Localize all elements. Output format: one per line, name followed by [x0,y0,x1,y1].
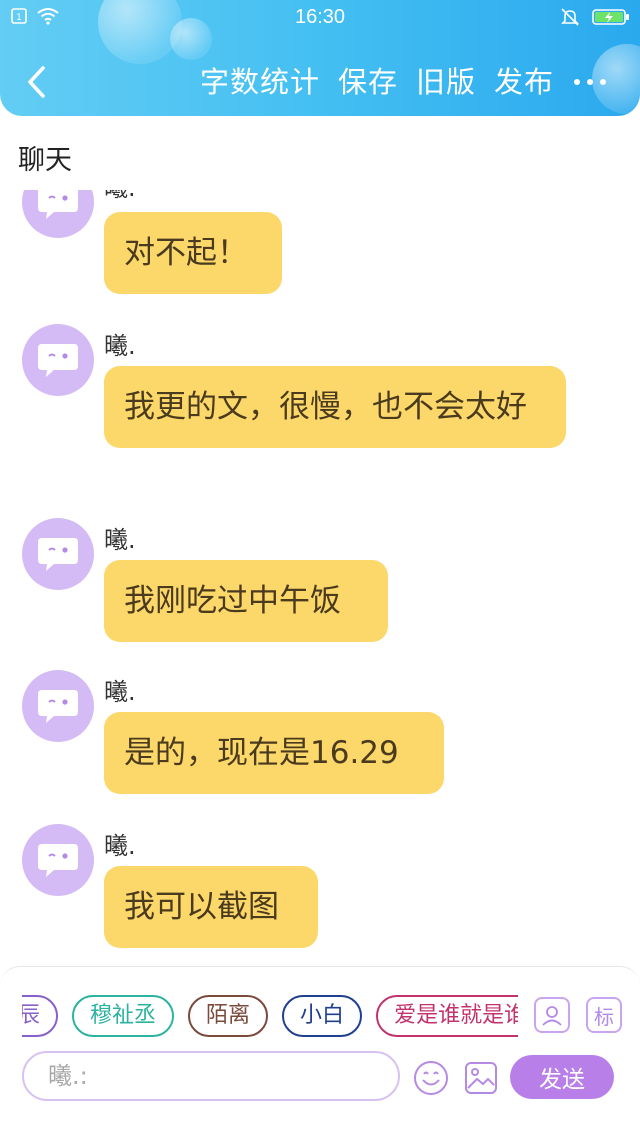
sender-name: 曦. [104,190,136,203]
avatar[interactable] [22,324,94,396]
sender-name: 曦. [104,332,136,360]
character-tag[interactable]: 爱是谁就是谁 [376,995,518,1037]
message-bubble[interactable]: 我可以截图 [104,866,318,948]
more-dots-icon [587,79,593,85]
character-tag[interactable]: 小白 [282,995,363,1037]
mute-bell-icon [560,7,580,31]
person-card-icon [542,1006,562,1026]
image-button[interactable] [462,1059,500,1097]
nav-bar: 字数统计 保存 旧版 发布 [0,50,640,114]
emoji-button[interactable] [412,1059,450,1097]
character-button[interactable] [534,997,570,1033]
word-count-button[interactable]: 字数统计 [200,60,320,104]
speech-bubble-face-icon [38,190,78,219]
message-bubble[interactable]: 对不起！ [104,212,282,294]
avatar[interactable] [22,190,94,238]
message-bubble[interactable]: 我更的文，很慢，也不会太好 [104,366,566,448]
back-button[interactable] [18,62,54,102]
character-tag[interactable]: 辰 [22,995,59,1037]
more-dots-icon [574,79,580,85]
more-dots-icon [600,79,606,85]
status-right-icons [560,7,630,31]
message-bubble[interactable]: 是的，现在是16.29 [104,712,444,794]
top-header: 1 16:30 字数统计 保存 旧版 发布 [0,0,640,116]
character-tag[interactable]: 穆祉丞 [72,995,175,1037]
avatar[interactable] [22,824,94,896]
nav-actions: 字数统计 保存 旧版 发布 [200,60,554,104]
chat-message: 曦. 我更的文，很慢，也不会太好 [22,324,622,494]
chat-message: 曦. 我可以截图 [22,824,622,954]
speech-bubble-face-icon [38,690,78,723]
chat-message: 曦. 我刚吃过中午饭 [22,518,622,648]
speech-bubble-face-icon [38,538,78,571]
image-icon [465,1062,497,1094]
character-tag-row: 辰 穆祉丞 陌离 小白 爱是谁就是谁 [22,995,518,1037]
message-input[interactable] [22,1051,400,1101]
publish-button[interactable]: 发布 [494,60,554,104]
sender-name: 曦. [104,678,136,706]
sender-name: 曦. [104,832,136,860]
speech-bubble-face-icon [38,344,78,377]
status-time: 16:30 [294,6,346,28]
chevron-left-icon [28,66,45,98]
chat-message: 曦. 是的，现在是16.29 [22,670,622,800]
section-title: 聊天 [18,145,72,176]
tag-button[interactable]: 标 [586,997,622,1033]
character-tags[interactable]: 辰 穆祉丞 陌离 小白 爱是谁就是谁 [22,995,518,1039]
message-bubble[interactable]: 我刚吃过中午饭 [104,560,388,642]
avatar[interactable] [22,670,94,742]
character-tag[interactable]: 陌离 [188,995,269,1037]
battery-charging-icon [592,8,630,30]
speech-bubble-face-icon [38,844,78,877]
save-button[interactable]: 保存 [338,60,398,104]
emoji-icon [414,1061,448,1095]
input-panel: 辰 穆祉丞 陌离 小白 爱是谁就是谁 标 发送 [0,966,640,1138]
old-version-button[interactable]: 旧版 [416,60,476,104]
sender-name: 曦. [104,526,136,554]
send-button[interactable]: 发送 [510,1055,614,1099]
avatar[interactable] [22,518,94,590]
chat-message: 曦. 对不起！ [22,190,622,296]
chat-list[interactable]: 曦. 对不起！ 曦. 我更的文，很慢，也不会太好 曦. 我刚吃过中午饭 曦. 是… [0,190,640,958]
more-button[interactable] [570,62,610,102]
status-bar: 1 16:30 [0,0,640,36]
